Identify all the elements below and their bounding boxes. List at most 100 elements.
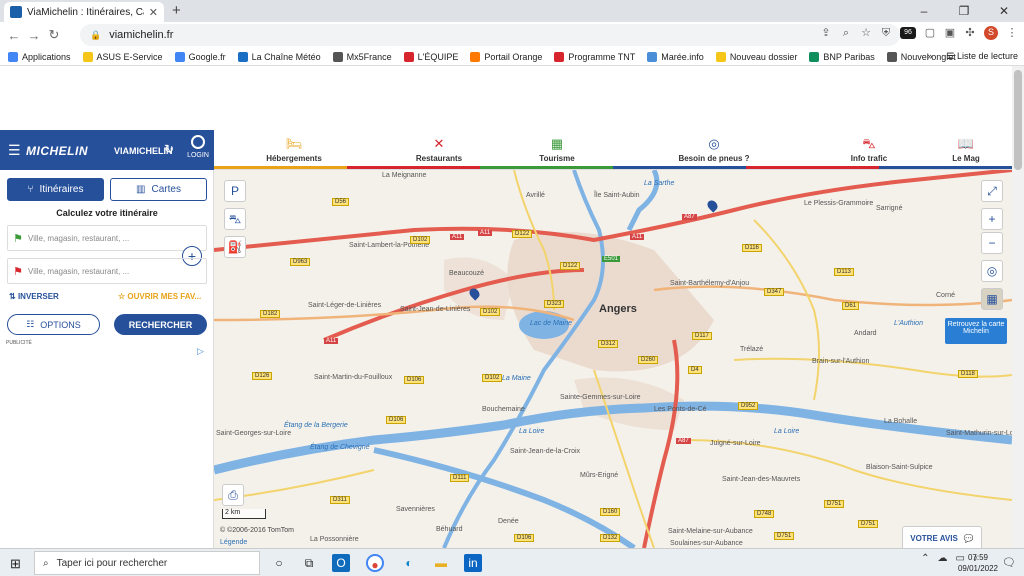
extension-icon-2[interactable]: ▣ — [944, 27, 956, 39]
bookmark-item[interactable]: Programme TNT — [554, 51, 636, 62]
category-hébergements[interactable]: 🛏 Hébergements — [254, 130, 334, 170]
refresh-icon[interactable]: ↻ — [164, 142, 174, 156]
map-legend-link[interactable]: Légende — [220, 539, 247, 546]
cloud-icon[interactable]: ☁ — [938, 553, 948, 564]
parking-icon[interactable]: P — [224, 180, 246, 202]
zoom-out-button[interactable]: − — [981, 232, 1003, 254]
hamburger-menu-icon[interactable]: ☰ — [8, 142, 21, 159]
bookmark-icon — [8, 51, 18, 62]
michelin-logo[interactable]: MICHELIN — [26, 144, 88, 158]
task-view-icon[interactable]: ⧉ — [300, 554, 318, 572]
bookmark-item[interactable]: La Chaîne Météo — [237, 51, 321, 62]
category-underline — [480, 166, 613, 169]
bookmarks-overflow-button[interactable]: » — [927, 51, 932, 62]
fuel-icon[interactable]: ⛽ — [224, 236, 246, 258]
road-sign-motorway: A11 — [324, 338, 339, 344]
extension-icon[interactable]: ▢ — [924, 27, 936, 39]
adchoices-icon[interactable]: ▷ — [197, 346, 204, 357]
file-explorer-icon[interactable]: ▬ — [432, 554, 450, 572]
bookmark-item[interactable]: ASUS E-Service — [82, 51, 163, 62]
category-tourisme[interactable]: ▦ Tourisme — [532, 130, 582, 170]
bookmark-item[interactable]: Applications — [8, 51, 71, 62]
bookmark-item[interactable]: Google.fr — [174, 51, 226, 62]
arrival-field[interactable]: ⚑ Ville, magasin, restaurant, ... — [7, 258, 207, 284]
map-place-label: Sainte-Gemmes-sur-Loire — [560, 394, 641, 401]
page-scrollbar[interactable] — [1012, 66, 1024, 548]
windows-start-icon[interactable]: ⊞ — [10, 556, 21, 572]
close-window-button[interactable]: ✕ — [984, 0, 1024, 22]
map-place-label: Saint-Léger-de-Linières — [308, 302, 382, 309]
bookmark-item[interactable]: Mx5France — [332, 51, 392, 62]
more-menu-icon[interactable]: ⋮ — [1006, 27, 1018, 39]
category-restaurants[interactable]: ✕ Restaurants — [409, 130, 469, 170]
edge-icon[interactable]: ◐ — [400, 554, 418, 572]
favorites-button[interactable]: ☆ OUVRIR MES FAV... — [118, 292, 201, 301]
share-icon[interactable]: ⇪ — [820, 27, 832, 39]
bookmark-item[interactable]: L'ÉQUIPE — [403, 51, 458, 62]
search-button[interactable]: RECHERCHER — [114, 314, 207, 335]
arrival-input[interactable]: Ville, magasin, restaurant, ... — [28, 267, 129, 276]
maximize-button[interactable]: ❐ — [944, 0, 984, 22]
puzzle-icon[interactable]: ✣ — [964, 27, 976, 39]
category-le-mag[interactable]: 📖 Le Mag — [944, 130, 988, 170]
bookmark-label: Google.fr — [188, 51, 226, 62]
car-icon[interactable]: ⛍ — [224, 208, 246, 230]
road-sign-departmental: D182 — [260, 310, 281, 318]
clock[interactable]: 07:59 09/01/2022 — [958, 552, 998, 574]
invert-button[interactable]: ⇅ INVERSER — [9, 292, 59, 301]
category-info-trafic[interactable]: ⛍ Info trafic — [839, 130, 899, 170]
tab-cartes[interactable]: ▥ Cartes — [110, 178, 207, 201]
options-button[interactable]: ☷ OPTIONS — [7, 314, 100, 335]
close-tab-icon[interactable]: ✕ — [149, 6, 158, 19]
route-icon: ⑂ — [27, 184, 34, 195]
locate-icon[interactable]: ◎ — [981, 260, 1003, 282]
bookmark-label: Programme TNT — [568, 51, 636, 62]
login-label: LOGIN — [187, 152, 209, 159]
chrome-icon[interactable]: ● — [366, 554, 384, 572]
zoom-icon[interactable]: ⌕ — [840, 27, 852, 39]
profile-avatar[interactable]: S — [984, 26, 998, 40]
reload-icon[interactable]: ↻ — [44, 27, 64, 43]
departure-field[interactable]: ⚑ Ville, magasin, restaurant, ... — [7, 225, 207, 251]
back-icon[interactable]: ← — [4, 28, 24, 43]
bookmark-item[interactable]: Nouveau dossier — [715, 51, 797, 62]
reading-list-button[interactable]: ☰ Liste de lecture — [946, 51, 1018, 62]
taskbar-search-input[interactable]: Taper ici pour rechercher — [57, 558, 168, 569]
retrouvez-carte-button[interactable]: Retrouvez la carte Michelin — [945, 318, 1007, 344]
print-icon[interactable]: ⎙ — [222, 484, 244, 506]
linkedin-icon[interactable]: in — [464, 554, 482, 572]
tab-itineraires[interactable]: ⑂ Itinéraires — [7, 178, 104, 201]
feedback-button[interactable]: VOTRE AVIS 💬 — [902, 526, 982, 548]
bookmark-item[interactable]: Marée.info — [647, 51, 704, 62]
cortana-icon[interactable]: ○ — [270, 554, 288, 572]
notification-icon[interactable]: 🗨 — [1002, 556, 1016, 569]
taskbar-search[interactable]: ⌕ Taper ici pour rechercher — [34, 551, 260, 575]
fullscreen-icon[interactable]: ⤢ — [981, 180, 1003, 202]
layer-thumbnail[interactable]: ▦ — [981, 288, 1003, 310]
road-sign-departmental: D751 — [858, 520, 879, 528]
map-place-label: Saint-Jean-de-Linières — [400, 306, 471, 313]
bookmark-star-icon[interactable]: ☆ — [860, 27, 872, 39]
new-tab-button[interactable]: + — [172, 2, 181, 19]
map-view[interactable]: La Meignanne Avrillé Île Saint-Aubin Le Ple… — [214, 170, 1012, 548]
bookmark-item[interactable]: BNP Paribas — [809, 51, 875, 62]
forward-icon[interactable]: → — [24, 28, 44, 43]
map-canvas — [214, 170, 1012, 548]
url-bar[interactable]: 🔒 viamichelin.fr — [80, 24, 900, 46]
bookmark-icon — [715, 51, 726, 62]
departure-input[interactable]: Ville, magasin, restaurant, ... — [28, 234, 129, 243]
zoom-in-button[interactable]: + — [981, 208, 1003, 230]
outlook-icon[interactable]: O — [332, 554, 350, 572]
shield-icon[interactable]: ⛨ — [880, 27, 892, 39]
extension-badge[interactable]: 96 — [900, 27, 916, 39]
scrollbar-thumb[interactable] — [1014, 70, 1022, 170]
bookmark-label: La Chaîne Météo — [251, 51, 321, 62]
minimize-button[interactable]: – — [904, 0, 944, 22]
bookmark-item[interactable]: Portail Orange — [470, 51, 542, 62]
browser-tab[interactable]: ViaMichelin : Itinéraires, Cartes, It ✕ — [4, 2, 164, 22]
login-button[interactable]: LOGIN — [186, 135, 210, 159]
tray-chevron-icon[interactable]: ⌃ — [921, 553, 929, 564]
road-sign-departmental: D106 — [514, 534, 535, 542]
category-besoin-de-pneus-[interactable]: ◎ Besoin de pneus ? — [669, 130, 759, 170]
category-label: Info trafic — [850, 154, 888, 163]
